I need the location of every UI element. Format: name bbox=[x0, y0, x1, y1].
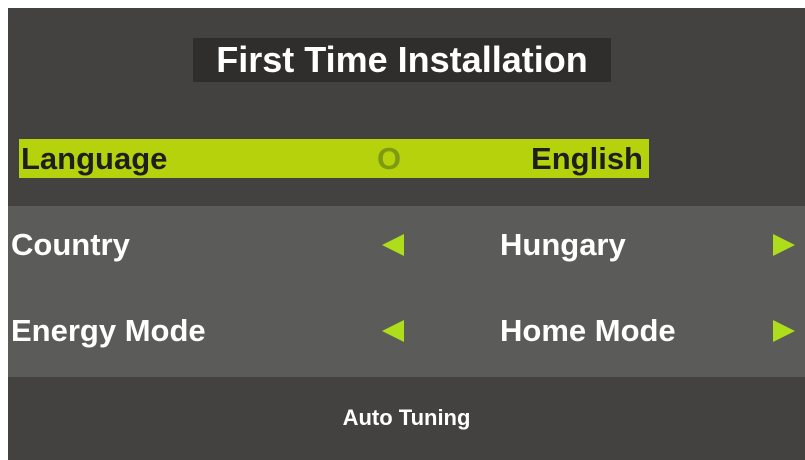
tv-menu-screen: First Time Installation Language O Engli… bbox=[8, 8, 805, 460]
country-row[interactable]: Country Hungary bbox=[8, 215, 805, 275]
right-arrow-icon[interactable] bbox=[773, 320, 795, 342]
language-value: English bbox=[531, 141, 643, 176]
language-label: Language bbox=[21, 141, 168, 176]
left-arrow-icon[interactable] bbox=[382, 320, 404, 342]
left-arrow-icon[interactable] bbox=[382, 234, 404, 256]
right-arrow-icon[interactable] bbox=[773, 234, 795, 256]
energy-mode-value: Home Mode bbox=[500, 313, 676, 348]
energy-mode-row[interactable]: Energy Mode Home Mode bbox=[8, 301, 805, 361]
page-title: First Time Installation bbox=[193, 38, 611, 82]
country-label: Country bbox=[11, 227, 130, 262]
ok-indicator-icon: O bbox=[377, 141, 402, 176]
language-row[interactable]: Language O English bbox=[19, 139, 649, 178]
auto-tuning-button[interactable]: Auto Tuning bbox=[8, 400, 805, 436]
country-value: Hungary bbox=[500, 227, 626, 262]
energy-mode-label: Energy Mode bbox=[11, 313, 206, 348]
settings-panel: Country Hungary Energy Mode Home Mode bbox=[8, 206, 805, 377]
